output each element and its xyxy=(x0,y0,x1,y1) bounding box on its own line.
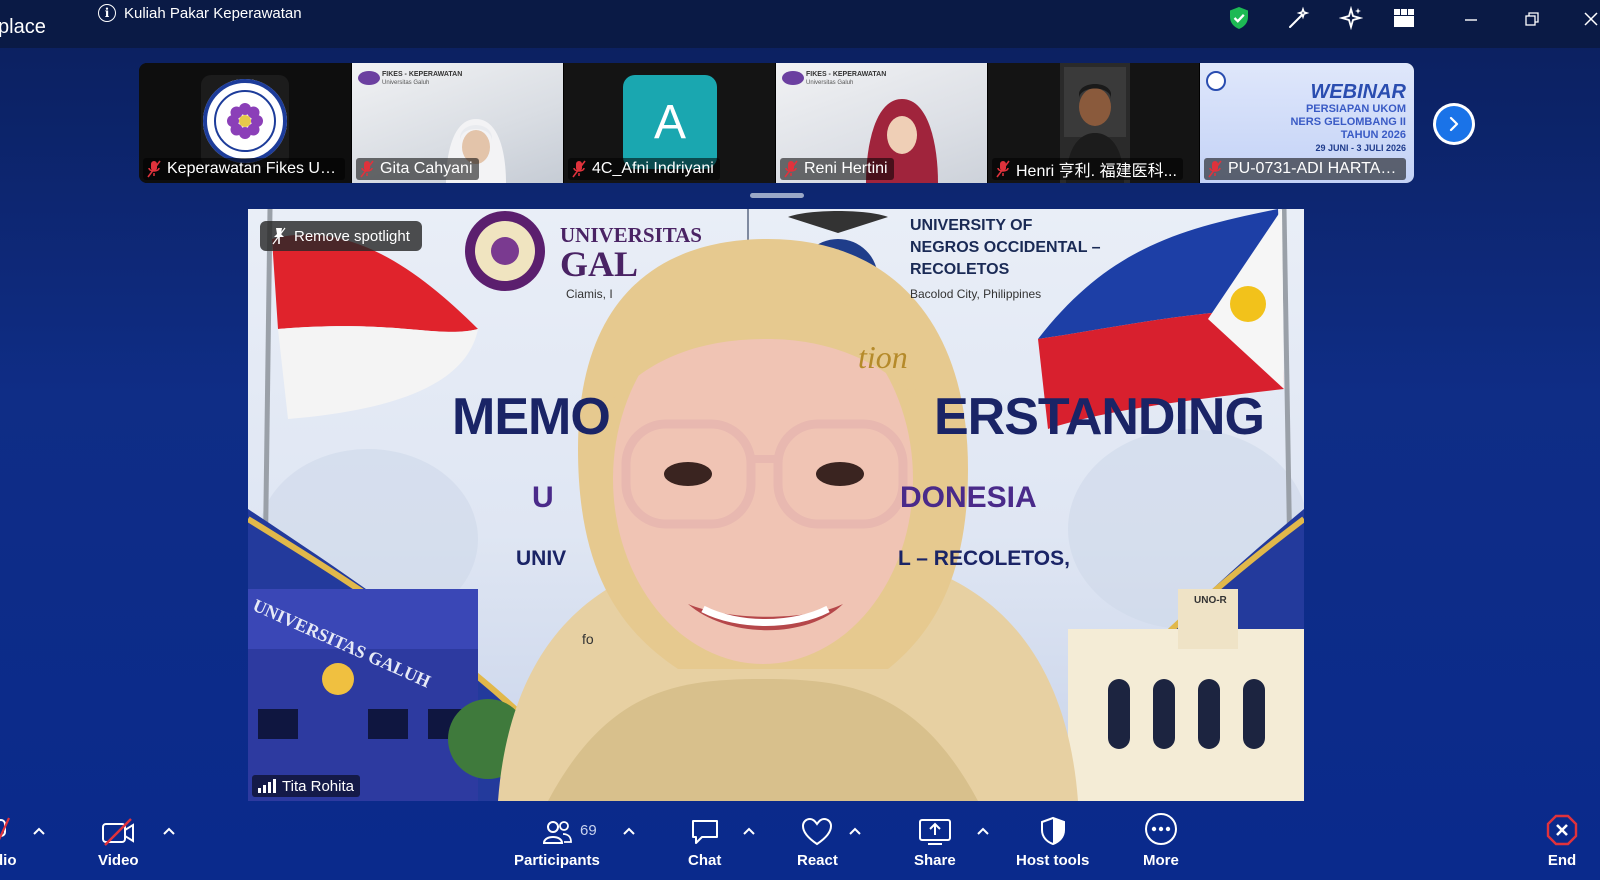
audio-button[interactable]: dio xyxy=(0,814,17,869)
title-bar: place i Kuliah Pakar Keperawatan xyxy=(0,0,1600,48)
chat-options-chevron-icon[interactable] xyxy=(742,826,756,836)
ai-companion-sparkle-icon[interactable] xyxy=(1338,5,1364,31)
annotate-wand-icon[interactable] xyxy=(1285,5,1311,31)
spotlight-video[interactable]: UNIVERSITAS GAL Ciamis, I UNIVERSITY OF … xyxy=(248,209,1304,801)
muted-mic-icon xyxy=(1208,160,1222,178)
muted-mic-icon xyxy=(360,160,374,178)
muted-mic-icon xyxy=(784,160,798,178)
share-button[interactable]: Share xyxy=(914,814,956,869)
speaker-name-tag: Tita Rohita xyxy=(252,775,360,797)
fikes-logo xyxy=(358,71,380,85)
share-screen-icon xyxy=(918,814,952,846)
more-button[interactable]: More xyxy=(1143,813,1179,869)
info-icon[interactable]: i xyxy=(98,4,116,22)
remove-spotlight-button[interactable]: Remove spotlight xyxy=(260,221,422,251)
participant-tile[interactable]: Keperawatan Fikes Uni... xyxy=(139,63,351,183)
strip-resize-handle[interactable] xyxy=(750,193,804,198)
minimize-icon[interactable] xyxy=(1460,8,1482,30)
fikes-logo xyxy=(782,71,804,85)
next-page-button[interactable] xyxy=(1433,103,1475,145)
chat-icon xyxy=(690,814,720,846)
react-button[interactable]: React xyxy=(797,814,838,869)
org-logo xyxy=(1206,71,1226,91)
participant-name-tag: 4C_Afni Indriyani xyxy=(568,158,720,180)
virtual-background xyxy=(248,209,1304,801)
muted-mic-icon xyxy=(996,160,1010,178)
participant-strip: Keperawatan Fikes Uni... FIKES - KEPERAW… xyxy=(139,63,1414,183)
participant-tile[interactable]: A 4C_Afni Indriyani xyxy=(563,63,775,183)
view-layout-icon[interactable] xyxy=(1391,5,1417,31)
end-meeting-button[interactable]: End xyxy=(1546,814,1578,869)
video-options-chevron-icon[interactable] xyxy=(162,826,176,836)
app-name: place xyxy=(0,16,46,38)
participants-icon xyxy=(542,814,572,846)
pin-icon xyxy=(272,227,286,245)
video-off-icon xyxy=(101,814,135,846)
video-button[interactable]: Video xyxy=(98,814,139,869)
muted-mic-icon xyxy=(147,160,161,178)
participant-name-tag: PU-0731-ADI HARTADI... xyxy=(1204,158,1406,180)
signal-strength-icon xyxy=(258,779,276,793)
participants-options-chevron-icon[interactable] xyxy=(622,826,636,836)
participant-tile[interactable]: FIKES - KEPERAWATAN Universitas Galuh Gi… xyxy=(351,63,563,183)
host-tools-button[interactable]: Host tools xyxy=(1016,814,1089,869)
close-icon[interactable] xyxy=(1580,8,1600,30)
university-logo xyxy=(201,75,289,167)
muted-mic-icon xyxy=(572,160,586,178)
chat-button[interactable]: Chat xyxy=(688,814,721,869)
audio-options-chevron-icon[interactable] xyxy=(32,826,46,836)
participant-name-tag: Gita Cahyani xyxy=(356,158,479,180)
meeting-toolbar: dio Video Participants 69 Chat xyxy=(0,808,1600,880)
participant-count-badge: 69 xyxy=(580,822,597,839)
security-shield-icon[interactable] xyxy=(1226,5,1252,31)
zoom-meeting-window: place i Kuliah Pakar Keperawatan Keperaw… xyxy=(0,0,1600,880)
react-options-chevron-icon[interactable] xyxy=(848,826,862,836)
participant-name-tag: Keperawatan Fikes Uni... xyxy=(143,158,345,180)
participant-tile[interactable]: FIKES - KEPERAWATAN Universitas Galuh Re… xyxy=(775,63,987,183)
participant-tile[interactable]: Henri 亨利. 福建医科... xyxy=(987,63,1199,183)
participant-name-tag: Reni Hertini xyxy=(780,158,894,180)
more-dots-icon xyxy=(1144,813,1178,846)
end-call-icon xyxy=(1546,814,1578,846)
muted-mic-icon xyxy=(0,814,13,846)
share-options-chevron-icon[interactable] xyxy=(976,826,990,836)
participant-name-tag: Henri 亨利. 福建医科... xyxy=(992,158,1183,180)
shield-icon xyxy=(1039,814,1067,846)
heart-icon xyxy=(801,814,833,846)
participant-tile[interactable]: WEBINAR PERSIAPAN UKOM NERS GELOMBANG II… xyxy=(1199,63,1414,183)
meeting-title: Kuliah Pakar Keperawatan xyxy=(124,4,302,22)
avatar: A xyxy=(623,75,717,169)
meeting-info[interactable]: i Kuliah Pakar Keperawatan xyxy=(98,4,302,22)
chevron-right-icon xyxy=(1436,106,1472,142)
restore-icon[interactable] xyxy=(1521,8,1543,30)
